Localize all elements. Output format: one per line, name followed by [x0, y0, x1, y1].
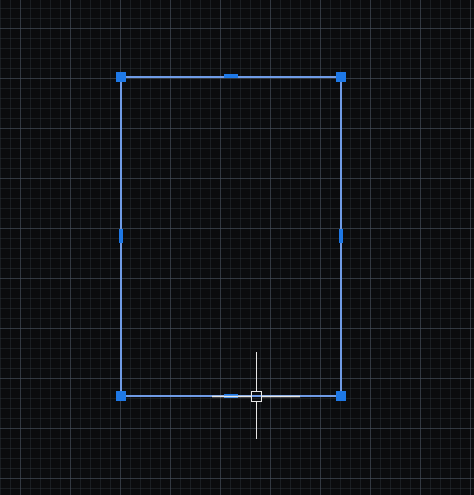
- grip-corner-top-right[interactable]: [336, 72, 346, 82]
- selected-rectangle[interactable]: [120, 76, 342, 397]
- drawing-canvas[interactable]: [0, 0, 474, 495]
- grip-midpoint-right[interactable]: [339, 229, 343, 243]
- grip-corner-top-left[interactable]: [116, 72, 126, 82]
- grip-corner-bottom-left[interactable]: [116, 391, 126, 401]
- grip-midpoint-left[interactable]: [119, 229, 123, 243]
- grip-midpoint-top[interactable]: [224, 74, 238, 78]
- grip-corner-bottom-right[interactable]: [336, 391, 346, 401]
- drawing-layer: [116, 72, 346, 439]
